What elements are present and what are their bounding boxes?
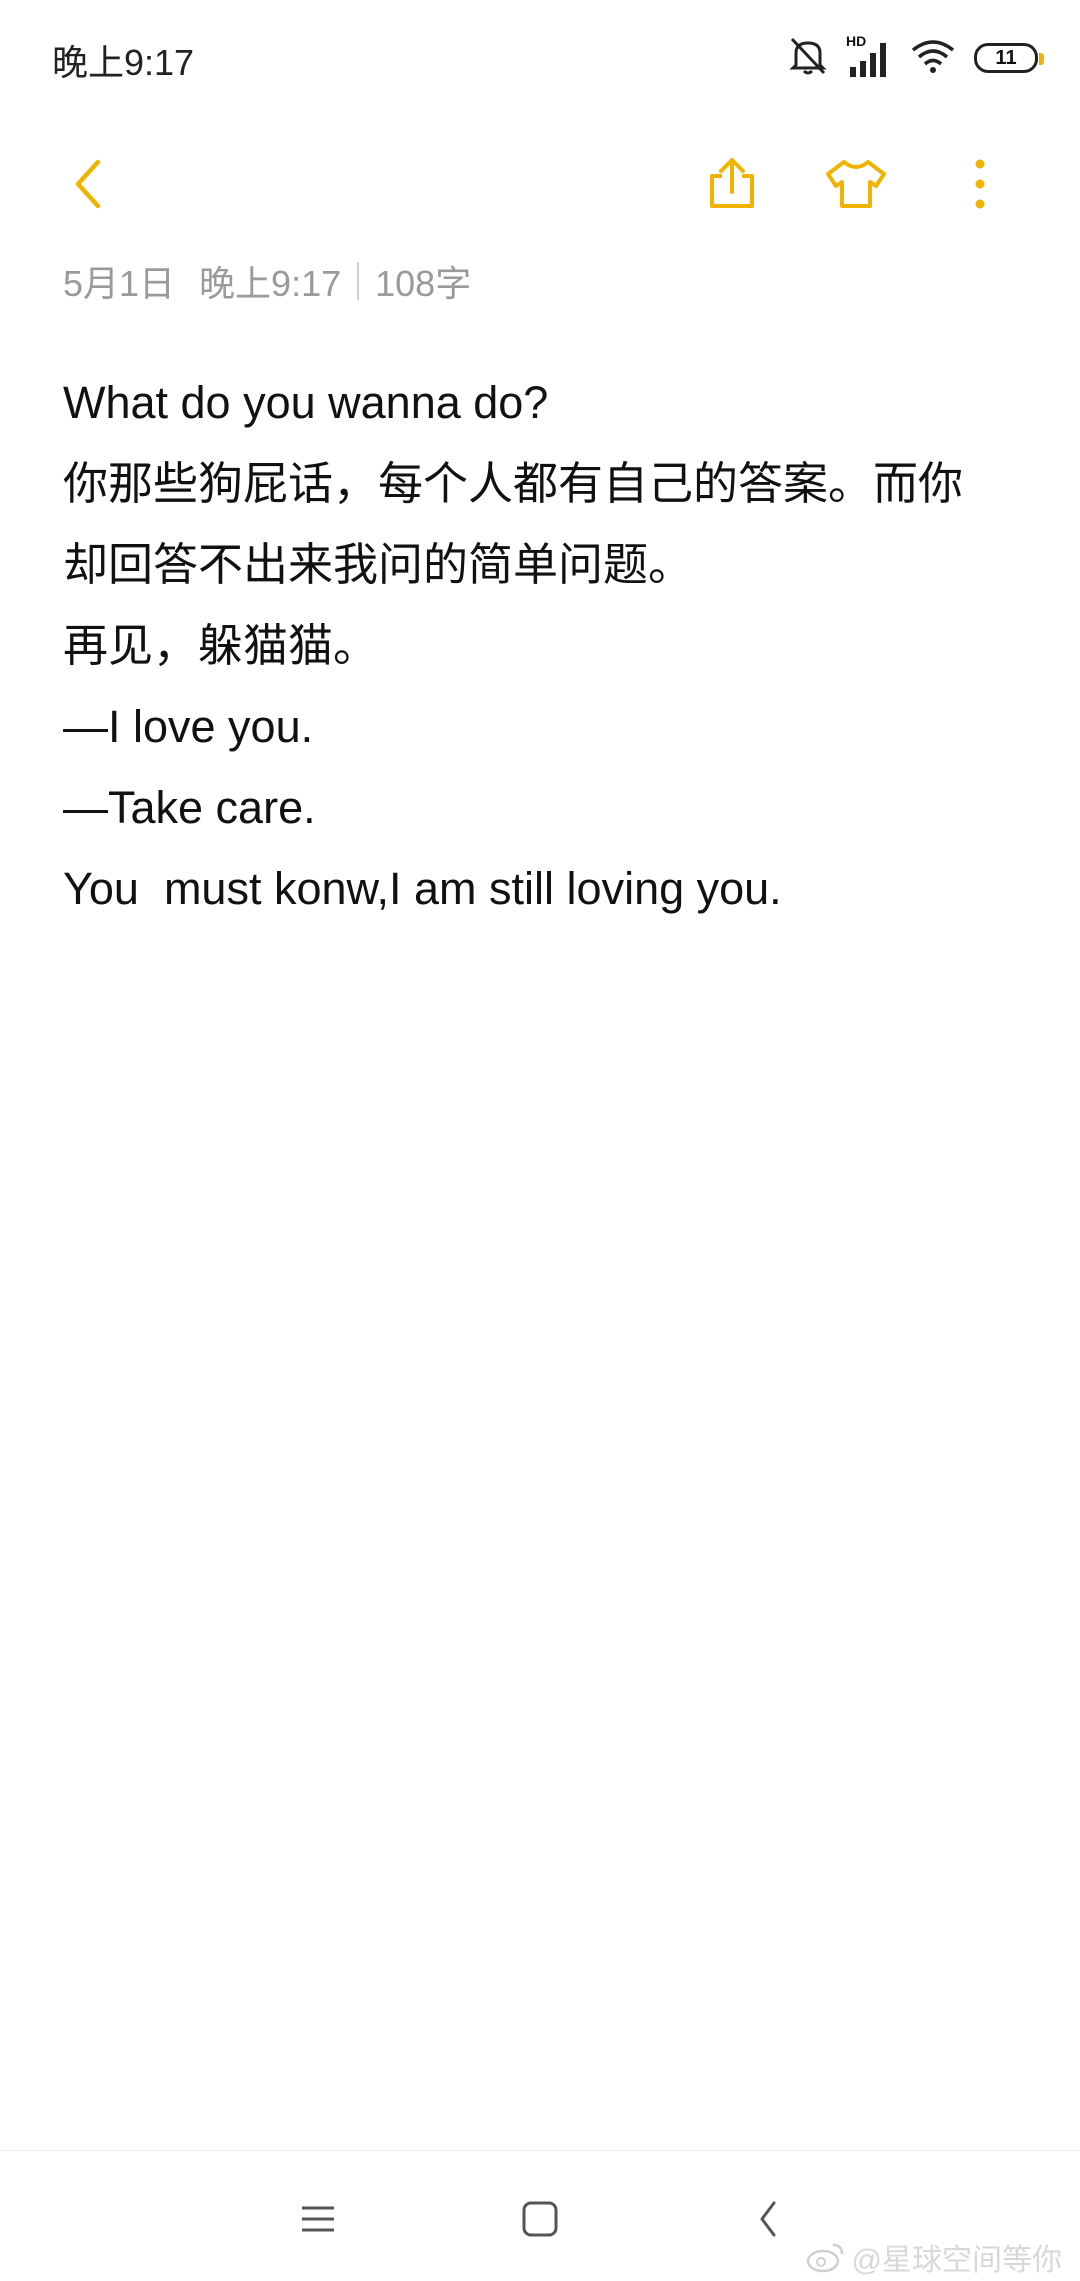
weibo-icon	[806, 2243, 843, 2273]
back-button[interactable]	[56, 152, 120, 216]
watermark-text: @星球空间等你	[851, 2244, 1062, 2277]
back-nav-icon	[760, 2201, 776, 2237]
more-button[interactable]	[948, 152, 1012, 216]
status-time: 晚上9:17	[52, 42, 195, 83]
note-meta: 5月1日 晚上9:17 108字	[63, 255, 471, 307]
back-icon	[75, 159, 101, 209]
more-icon	[975, 159, 985, 209]
signal-icon: HD	[846, 33, 892, 79]
status-bar: 晚上9:17 HD 11	[0, 0, 1080, 120]
battery-level: 11	[995, 46, 1017, 69]
wifi-icon	[910, 38, 956, 79]
note-line: 你那些狗屁话，每个人都有自己的答案。而你	[63, 458, 964, 509]
battery-icon: 11	[974, 43, 1044, 73]
theme-button[interactable]	[824, 152, 888, 216]
meta-divider	[357, 262, 360, 300]
menu-icon	[302, 2206, 334, 2232]
share-icon	[710, 158, 754, 208]
word-count: 108字	[375, 263, 472, 304]
note-line: 却回答不出来我问的简单问题。	[63, 539, 694, 590]
bell-off-icon	[788, 35, 828, 82]
note-line: You must konw,I am still loving you.	[63, 863, 782, 914]
note-line: —Take care.	[63, 782, 316, 833]
home-button[interactable]	[510, 2189, 570, 2249]
note-time: 晚上9:17	[199, 263, 342, 304]
note-line: What do you wanna do?	[63, 377, 549, 428]
share-button[interactable]	[700, 152, 764, 216]
note-date: 5月1日	[63, 263, 176, 304]
note-body[interactable]: What do you wanna do? 你那些狗屁话，每个人都有自己的答案。…	[63, 362, 1023, 929]
note-toolbar	[0, 130, 1080, 230]
menu-button[interactable]	[288, 2189, 348, 2249]
back-nav-button[interactable]	[738, 2189, 798, 2249]
theme-shirt-icon	[826, 160, 886, 208]
note-line: 再见，躲猫猫。	[63, 620, 379, 671]
status-icons: HD 11	[788, 30, 1044, 86]
note-line: —I love you.	[63, 701, 314, 752]
watermark: @星球空间等你	[806, 2235, 1062, 2279]
home-icon	[522, 2201, 558, 2237]
